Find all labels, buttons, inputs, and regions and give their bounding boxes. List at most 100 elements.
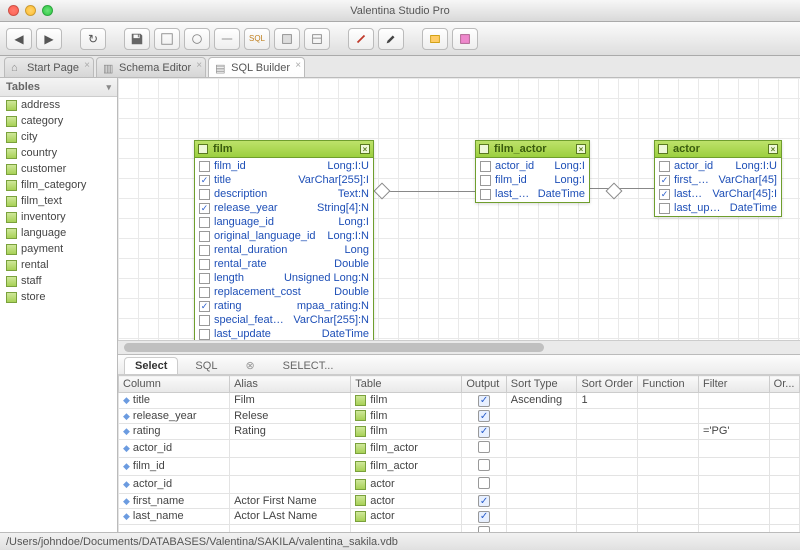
- qtab-close[interactable]: ⊗: [234, 356, 265, 374]
- col-sort-type[interactable]: Sort Type: [506, 376, 577, 393]
- sidebar-item-inventory[interactable]: inventory: [0, 209, 117, 225]
- back-button[interactable]: ◀: [6, 28, 32, 50]
- sidebar-item-city[interactable]: city: [0, 129, 117, 145]
- zoom-window-button[interactable]: [42, 5, 53, 16]
- tool-5-button[interactable]: [274, 28, 300, 50]
- entity-actor[interactable]: actor× actor_idLong:I:U✓first_nameVarCha…: [654, 140, 782, 217]
- tool-7-button[interactable]: [348, 28, 374, 50]
- field-film_id[interactable]: film_idLong:I: [476, 173, 589, 187]
- field-checkbox[interactable]: ✓: [199, 203, 210, 214]
- field-checkbox[interactable]: [659, 203, 670, 214]
- close-icon[interactable]: ×: [196, 60, 202, 71]
- field-last_name[interactable]: ✓last_nameVarChar[45]:I: [655, 187, 781, 201]
- col-sort-order[interactable]: Sort Order: [577, 376, 638, 393]
- field-checkbox[interactable]: ✓: [659, 189, 670, 200]
- qtab-select[interactable]: Select: [124, 357, 178, 374]
- output-checkbox[interactable]: ✓: [478, 495, 490, 507]
- query-row-empty[interactable]: [119, 524, 800, 532]
- output-checkbox[interactable]: [478, 477, 490, 489]
- field-checkbox[interactable]: [659, 161, 670, 172]
- field-checkbox[interactable]: [199, 217, 210, 228]
- output-checkbox[interactable]: ✓: [478, 410, 490, 422]
- output-checkbox[interactable]: [478, 526, 490, 533]
- tab-schema-editor[interactable]: ▥ Schema Editor×: [96, 57, 206, 77]
- sidebar-item-rental[interactable]: rental: [0, 257, 117, 273]
- output-checkbox[interactable]: ✓: [478, 395, 490, 407]
- tool-3-button[interactable]: [214, 28, 240, 50]
- field-checkbox[interactable]: [480, 161, 491, 172]
- query-row[interactable]: ◆ratingRatingfilm✓='PG': [119, 424, 800, 440]
- field-language_id[interactable]: language_idLong:I: [195, 215, 373, 229]
- field-description[interactable]: descriptionText:N: [195, 187, 373, 201]
- field-first_name[interactable]: ✓first_nameVarChar[45]: [655, 173, 781, 187]
- close-icon[interactable]: ×: [84, 60, 90, 71]
- tool-9-button[interactable]: [422, 28, 448, 50]
- tab-start-page[interactable]: ⌂ Start Page×: [4, 57, 94, 77]
- entity-film[interactable]: film× film_idLong:I:U✓titleVarChar[255]:…: [194, 140, 374, 340]
- query-row[interactable]: ◆film_idfilm_actor: [119, 457, 800, 475]
- close-icon[interactable]: ×: [768, 144, 778, 154]
- field-checkbox[interactable]: [480, 189, 491, 200]
- field-title[interactable]: ✓titleVarChar[255]:I: [195, 173, 373, 187]
- field-checkbox[interactable]: [199, 245, 210, 256]
- field-checkbox[interactable]: [199, 189, 210, 200]
- sidebar-item-country[interactable]: country: [0, 145, 117, 161]
- tool-10-button[interactable]: [452, 28, 478, 50]
- field-film_id[interactable]: film_idLong:I:U: [195, 159, 373, 173]
- save-button[interactable]: [124, 28, 150, 50]
- sidebar-item-category[interactable]: category: [0, 113, 117, 129]
- field-last_update[interactable]: last_updateDateTime: [655, 201, 781, 215]
- tool-6-button[interactable]: [304, 28, 330, 50]
- tool-2-button[interactable]: [184, 28, 210, 50]
- col-alias[interactable]: Alias: [230, 376, 351, 393]
- refresh-button[interactable]: ↻: [80, 28, 106, 50]
- field-checkbox[interactable]: [199, 287, 210, 298]
- tool-1-button[interactable]: [154, 28, 180, 50]
- col-column[interactable]: Column: [119, 376, 230, 393]
- query-row[interactable]: ◆actor_idfilm_actor: [119, 439, 800, 457]
- close-icon[interactable]: ×: [295, 60, 301, 71]
- query-grid[interactable]: ColumnAliasTableOutputSort TypeSort Orde…: [118, 375, 800, 532]
- field-checkbox[interactable]: [199, 329, 210, 340]
- sidebar-item-customer[interactable]: customer: [0, 161, 117, 177]
- close-window-button[interactable]: [8, 5, 19, 16]
- query-row[interactable]: ◆last_nameActor LAst Nameactor✓: [119, 509, 800, 525]
- field-rating[interactable]: ✓ratingmpaa_rating:N: [195, 299, 373, 313]
- diagram-canvas[interactable]: film× film_idLong:I:U✓titleVarChar[255]:…: [118, 78, 800, 340]
- col-function[interactable]: Function: [638, 376, 699, 393]
- field-rental_duration[interactable]: rental_durationLong: [195, 243, 373, 257]
- field-actor_id[interactable]: actor_idLong:I: [476, 159, 589, 173]
- sidebar-item-film_category[interactable]: film_category: [0, 177, 117, 193]
- query-row[interactable]: ◆first_nameActor First Nameactor✓: [119, 493, 800, 509]
- field-replacement_cost[interactable]: replacement_costDouble: [195, 285, 373, 299]
- canvas-scrollbar[interactable]: [118, 340, 800, 354]
- field-checkbox[interactable]: ✓: [659, 175, 670, 186]
- col-or-[interactable]: Or...: [769, 376, 799, 393]
- field-checkbox[interactable]: [199, 259, 210, 270]
- sidebar-item-language[interactable]: language: [0, 225, 117, 241]
- brush-button[interactable]: [378, 28, 404, 50]
- output-checkbox[interactable]: [478, 441, 490, 453]
- entity-film-actor[interactable]: film_actor× actor_idLong:Ifilm_idLong:Il…: [475, 140, 590, 203]
- field-checkbox[interactable]: [480, 175, 491, 186]
- forward-button[interactable]: ▶: [36, 28, 62, 50]
- field-last_update[interactable]: last_updateDateTime: [476, 187, 589, 201]
- field-length[interactable]: lengthUnsigned Long:N: [195, 271, 373, 285]
- sidebar-item-film_text[interactable]: film_text: [0, 193, 117, 209]
- col-filter[interactable]: Filter: [698, 376, 769, 393]
- sidebar-item-staff[interactable]: staff: [0, 273, 117, 289]
- close-icon[interactable]: ×: [360, 144, 370, 154]
- qtab-sql[interactable]: SQL: [184, 357, 228, 374]
- output-checkbox[interactable]: ✓: [478, 511, 490, 523]
- field-actor_id[interactable]: actor_idLong:I:U: [655, 159, 781, 173]
- tab-sql-builder[interactable]: ▤ SQL Builder×: [208, 57, 305, 77]
- field-checkbox[interactable]: [199, 161, 210, 172]
- query-row[interactable]: ◆titleFilmfilm✓Ascending1: [119, 393, 800, 409]
- col-table[interactable]: Table: [351, 376, 462, 393]
- field-checkbox[interactable]: [199, 231, 210, 242]
- sidebar-item-payment[interactable]: payment: [0, 241, 117, 257]
- query-row[interactable]: ◆release_yearRelesefilm✓: [119, 408, 800, 424]
- qtab-select-stmt[interactable]: SELECT...: [272, 357, 345, 374]
- field-original_language_id[interactable]: original_language_idLong:I:N: [195, 229, 373, 243]
- field-last_update[interactable]: last_updateDateTime: [195, 327, 373, 340]
